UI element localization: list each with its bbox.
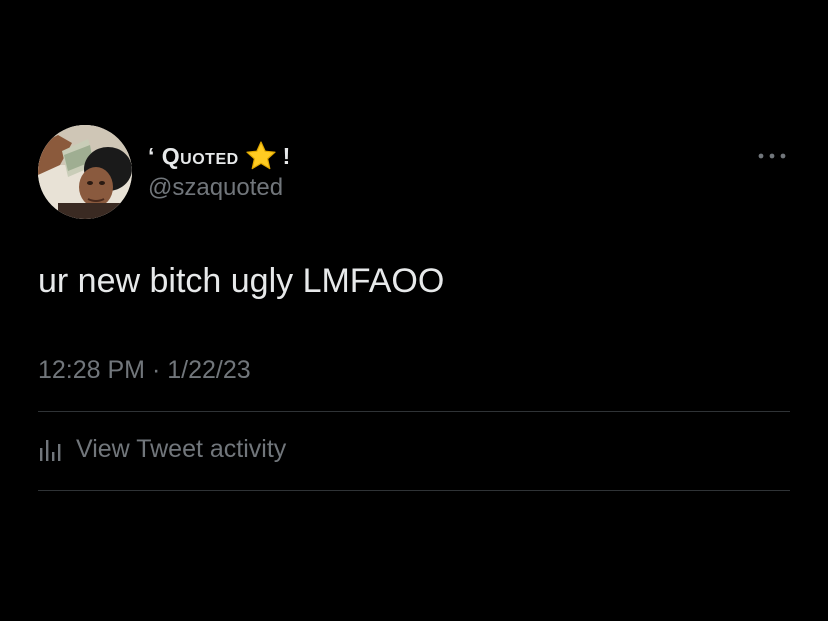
author-name-row[interactable]: ‘ Quoted ! (148, 139, 291, 173)
display-name-prefix: ‘ (148, 142, 162, 169)
divider (38, 411, 790, 412)
display-name-suffix: ! (282, 142, 291, 169)
tweet-text: ur new bitch ugly LMFAOO (38, 262, 445, 300)
avatar[interactable] (38, 125, 132, 219)
divider (38, 490, 790, 491)
view-tweet-activity-label: View Tweet activity (76, 434, 287, 463)
author-handle[interactable]: @szaquoted (148, 174, 283, 202)
display-name-word: Quoted (161, 142, 239, 169)
display-name: ‘ Quoted (148, 143, 239, 170)
view-tweet-activity-button[interactable]: View Tweet activity (38, 430, 286, 468)
avatar-image (38, 125, 132, 219)
more-options-icon[interactable] (756, 150, 788, 162)
tweet-timestamp[interactable]: 12:28 PM · 1/22/23 (38, 356, 251, 385)
star-icon (246, 141, 276, 170)
analytics-icon (40, 440, 61, 461)
